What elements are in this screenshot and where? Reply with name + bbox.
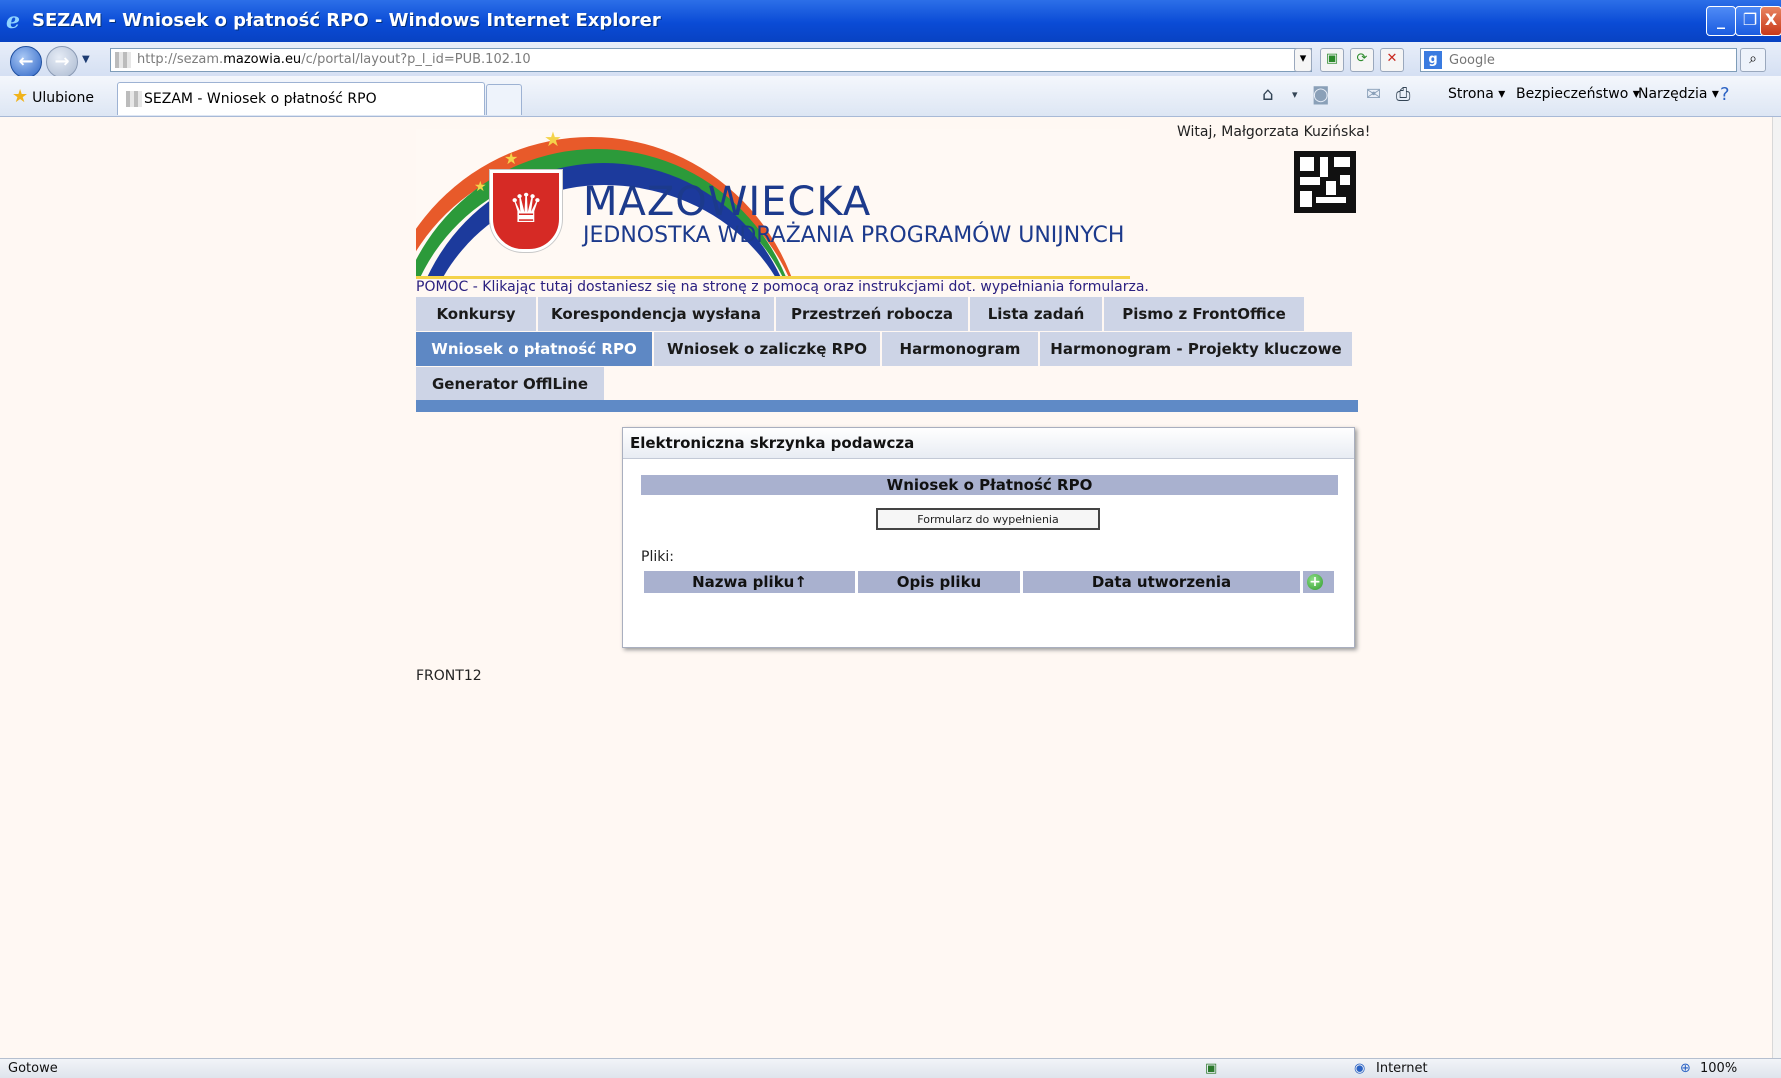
add-file-icon[interactable]: + (1307, 574, 1323, 590)
menu-row-3: Generator OfflLine (416, 367, 1358, 401)
address-bar[interactable]: http://sezam.mazowia.eu/c/portal/layout?… (110, 48, 1312, 72)
vertical-scrollbar[interactable] (1772, 117, 1781, 1058)
zoom-icon: ⊕ (1680, 1061, 1691, 1076)
internet-zone-icon: ◉ (1354, 1061, 1366, 1076)
menu-row-2: Wniosek o płatność RPO Wniosek o zaliczk… (416, 332, 1358, 366)
help-icon[interactable]: ? (1720, 84, 1730, 105)
search-input[interactable] (1447, 50, 1731, 70)
section-title: Wniosek o Płatność RPO (641, 475, 1338, 495)
ie-logo-icon: e (6, 8, 20, 34)
print-icon[interactable]: ⎙ (1396, 84, 1410, 105)
feeds-icon[interactable]: ◙ (1312, 84, 1329, 105)
eu-star-icon: ★ (474, 179, 487, 195)
menu-item-wniosek-zaliczka[interactable]: Wniosek o zaliczkę RPO (654, 332, 882, 366)
column-header-created-date[interactable]: Data utworzenia (1023, 571, 1300, 593)
tab-favicon-icon (126, 91, 142, 107)
address-url[interactable]: http://sezam.mazowia.eu/c/portal/layout?… (137, 52, 531, 67)
home-dropdown-icon[interactable]: ▾ (1292, 88, 1298, 101)
menu-item-harmonogram-kluczowe[interactable]: Harmonogram - Projekty kluczowe (1040, 332, 1354, 366)
menu-item-przestrzen-robocza[interactable]: Przestrzeń robocza (776, 297, 970, 331)
tab-title: SEZAM - Wniosek o płatność RPO (144, 91, 377, 107)
files-label: Pliki: (641, 549, 674, 565)
eu-star-icon: ★ (544, 129, 562, 151)
menu-row-1: Konkursy Korespondencja wysłana Przestrz… (416, 297, 1358, 331)
footer-code: FRONT12 (416, 668, 482, 684)
user-greeting: Witaj, Małgorzata Kuzińska! (1177, 124, 1371, 140)
mail-icon[interactable]: ✉ (1366, 84, 1381, 105)
site-favicon-icon (115, 52, 131, 68)
history-dropdown-icon[interactable]: ▼ (82, 54, 90, 65)
panel-header: Elektroniczna skrzynka podawcza (623, 428, 1354, 459)
column-header-file-description[interactable]: Opis pliku (858, 571, 1020, 593)
forward-button[interactable]: → (46, 46, 78, 78)
menu-item-konkursy[interactable]: Konkursy (416, 297, 538, 331)
security-menu[interactable]: Bezpieczeństwo ▾ (1516, 86, 1640, 102)
coat-of-arms-icon: ♛ (490, 170, 562, 252)
stop-icon[interactable]: ✕ (1380, 48, 1404, 72)
search-icon[interactable]: ⌕ (1740, 48, 1766, 72)
menu-item-wniosek-platnosc[interactable]: Wniosek o płatność RPO (416, 332, 654, 366)
logo-title: MAZOWIECKA (583, 179, 872, 225)
menu-item-harmonogram[interactable]: Harmonogram (882, 332, 1040, 366)
menu-item-lista-zadan[interactable]: Lista zadań (970, 297, 1104, 331)
inbox-panel: Elektroniczna skrzynka podawcza Wniosek … (622, 427, 1355, 648)
star-icon: ★ (12, 86, 29, 107)
tools-menu[interactable]: Narzędzia ▾ (1638, 86, 1719, 102)
logo-subtitle: JEDNOSTKA WDRAŻANIA PROGRAMÓW UNIJNYCH (583, 223, 1125, 248)
favorites-button[interactable]: ★ Ulubione (12, 86, 94, 107)
address-toolbar: ← → ▼ http://sezam.mazowia.eu/c/portal/l… (0, 42, 1781, 78)
help-link[interactable]: POMOC - Klikając tutaj dostaniesz się na… (416, 279, 1149, 295)
column-header-file-name[interactable]: Nazwa pliku↑ (644, 571, 855, 593)
menu-item-generator[interactable]: Generator OfflLine (416, 367, 606, 401)
new-tab-button[interactable] (486, 84, 522, 115)
form-fill-button[interactable]: Formularz do wypełnienia (876, 508, 1100, 530)
panel-title: Elektroniczna skrzynka podawcza (630, 434, 915, 452)
browser-tab[interactable]: SEZAM - Wniosek o płatność RPO (117, 82, 485, 115)
zoom-level[interactable]: 100% (1700, 1061, 1737, 1076)
minimize-button[interactable]: _ (1706, 6, 1736, 36)
window-title-bar: e SEZAM - Wniosek o płatność RPO - Windo… (0, 0, 1781, 42)
back-button[interactable]: ← (10, 46, 42, 78)
header-banner: ★ ★ ★ ♛ MAZOWIECKA JEDNOSTKA WDRAŻANIA P… (416, 129, 1130, 279)
status-protected-mode-icon: ▣ (1205, 1061, 1218, 1076)
menu-item-pismo[interactable]: Pismo z FrontOffice (1104, 297, 1306, 331)
menu-item-korespondencja[interactable]: Korespondencja wysłana (538, 297, 776, 331)
tab-toolbar: ★ Ulubione SEZAM - Wniosek o płatność RPO… (0, 76, 1781, 117)
page-menu[interactable]: Strona ▾ (1448, 86, 1505, 102)
window-title: SEZAM - Wniosek o płatność RPO - Windows… (32, 10, 661, 31)
google-logo-icon: g (1424, 51, 1442, 69)
security-zone-label: Internet (1376, 1061, 1428, 1076)
compatibility-view-icon[interactable]: ▣ (1320, 48, 1344, 72)
qr-code-icon (1294, 151, 1356, 213)
status-text: Gotowe (8, 1061, 58, 1076)
close-window-button[interactable]: X (1760, 6, 1781, 36)
favorites-label: Ulubione (32, 90, 94, 106)
search-box[interactable]: g (1420, 48, 1737, 72)
address-dropdown-icon[interactable]: ▾ (1294, 48, 1312, 72)
home-icon[interactable]: ⌂ (1262, 84, 1273, 105)
menu-underline-bar (416, 400, 1358, 412)
status-bar: Gotowe ▣ ◉ Internet ⊕ 100% (0, 1058, 1781, 1078)
eu-star-icon: ★ (504, 149, 519, 168)
refresh-icon[interactable]: ⟳ (1350, 48, 1374, 72)
